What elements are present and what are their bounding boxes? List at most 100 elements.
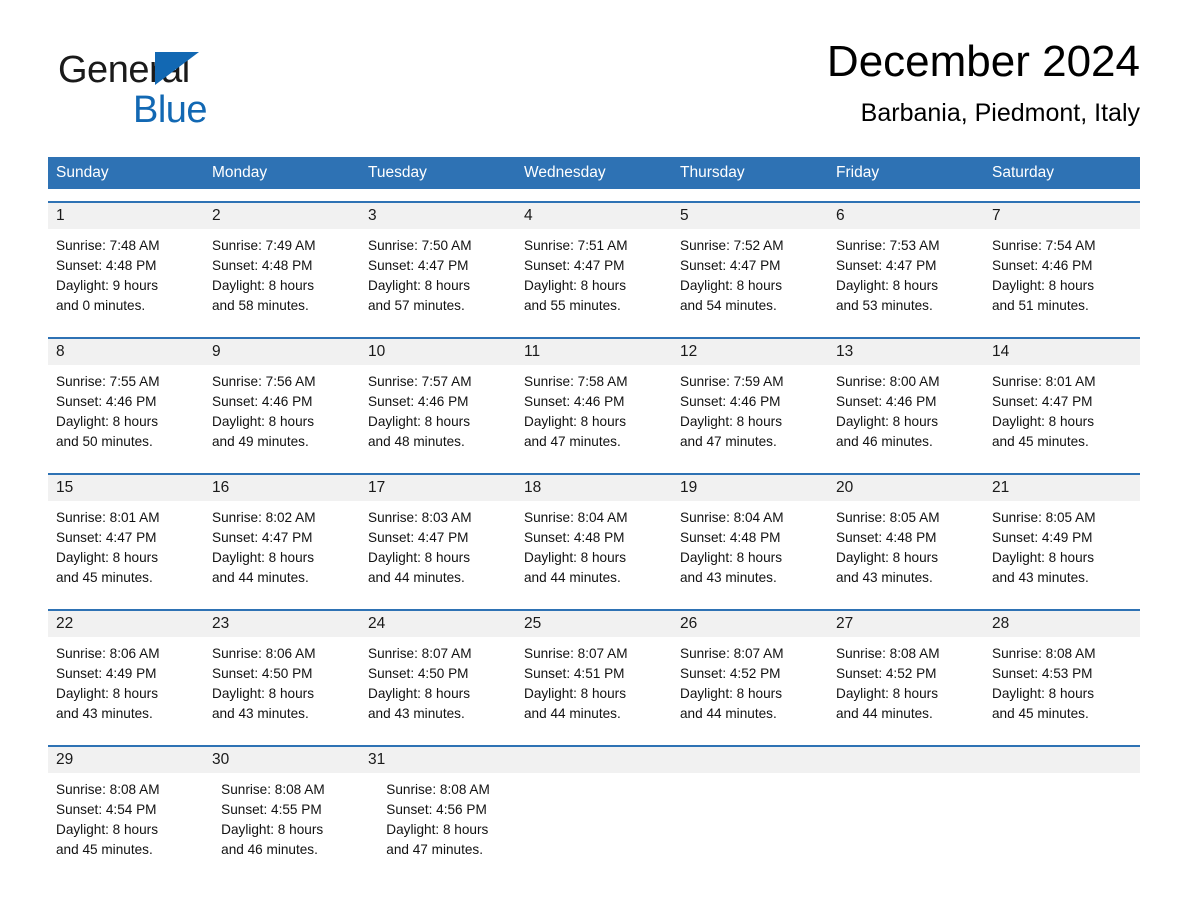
daylight-text-line2: and 43 minutes. [212,706,309,721]
daylight-text-line1: Daylight: 8 hours [992,414,1095,429]
day-number[interactable]: 5 [672,203,828,229]
day-number[interactable]: 11 [516,339,672,365]
day-number[interactable]: 15 [48,475,204,501]
day-cell: Sunrise: 7:55 AM Sunset: 4:46 PM Dayligh… [48,365,204,461]
day-cell: Sunrise: 8:07 AM Sunset: 4:52 PM Dayligh… [672,637,828,733]
day-number[interactable]: 9 [204,339,360,365]
daylight-text-line1: Daylight: 8 hours [992,686,1095,701]
day-cell: Sunrise: 8:08 AM Sunset: 4:55 PM Dayligh… [213,773,378,869]
day-number[interactable]: 26 [672,611,828,637]
day-cell: Sunrise: 8:05 AM Sunset: 4:49 PM Dayligh… [984,501,1140,597]
day-number[interactable]: 22 [48,611,204,637]
day-cell-empty [543,773,692,869]
day-number[interactable]: 19 [672,475,828,501]
page-subtitle: Barbania, Piedmont, Italy [860,99,1140,127]
daylight-text-line2: and 44 minutes. [836,706,933,721]
weekday-wednesday: Wednesday [524,164,606,181]
day-number[interactable]: 13 [828,339,984,365]
daylight-text-line2: and 49 minutes. [212,434,309,449]
day-number[interactable]: 16 [204,475,360,501]
day-number[interactable]: 1 [48,203,204,229]
sunrise-text: Sunrise: 7:59 AM [680,374,784,389]
day-cell: Sunrise: 7:53 AM Sunset: 4:47 PM Dayligh… [828,229,984,325]
sunrise-text: Sunrise: 8:07 AM [524,646,628,661]
day-number[interactable]: 24 [360,611,516,637]
day-cell: Sunrise: 7:59 AM Sunset: 4:46 PM Dayligh… [672,365,828,461]
calendar-week-row: 22 23 24 25 26 27 28 Sunrise: 8:06 AM Su… [48,609,1140,733]
sunset-text: Sunset: 4:47 PM [992,394,1093,409]
sunset-text: Sunset: 4:48 PM [56,258,157,273]
sunset-text: Sunset: 4:48 PM [680,530,781,545]
day-number[interactable]: 8 [48,339,204,365]
day-number[interactable]: 14 [984,339,1140,365]
daylight-text-line2: and 44 minutes. [524,570,621,585]
day-number[interactable]: 27 [828,611,984,637]
day-cell: Sunrise: 8:01 AM Sunset: 4:47 PM Dayligh… [984,365,1140,461]
daylight-text-line2: and 45 minutes. [56,570,153,585]
sunrise-text: Sunrise: 8:00 AM [836,374,940,389]
sunrise-text: Sunrise: 7:54 AM [992,238,1096,253]
day-number[interactable]: 21 [984,475,1140,501]
day-number[interactable]: 29 [48,747,204,773]
sunrise-text: Sunrise: 7:51 AM [524,238,628,253]
day-cell: Sunrise: 8:03 AM Sunset: 4:47 PM Dayligh… [360,501,516,597]
daylight-text-line1: Daylight: 8 hours [368,550,471,565]
day-number[interactable]: 18 [516,475,672,501]
day-number[interactable]: 28 [984,611,1140,637]
day-number[interactable]: 10 [360,339,516,365]
daylight-text-line1: Daylight: 9 hours [56,278,159,293]
sunset-text: Sunset: 4:50 PM [368,666,469,681]
daylight-text-line2: and 58 minutes. [212,298,309,313]
sunset-text: Sunset: 4:49 PM [56,666,157,681]
day-cell: Sunrise: 8:08 AM Sunset: 4:53 PM Dayligh… [984,637,1140,733]
day-cell: Sunrise: 8:05 AM Sunset: 4:48 PM Dayligh… [828,501,984,597]
day-cell-empty [693,773,842,869]
sunset-text: Sunset: 4:52 PM [680,666,781,681]
daylight-text-line1: Daylight: 8 hours [212,278,315,293]
daylight-text-line1: Daylight: 8 hours [992,550,1095,565]
sunset-text: Sunset: 4:48 PM [212,258,313,273]
day-number[interactable]: 12 [672,339,828,365]
day-cell-empty [991,773,1140,869]
calendar-week-row: 1 2 3 4 5 6 7 Sunrise: 7:48 AM Sunset: 4… [48,201,1140,325]
day-number[interactable]: 4 [516,203,672,229]
logo-triangle-icon [155,52,199,85]
weekday-tuesday: Tuesday [368,164,427,181]
week-body: Sunrise: 8:01 AM Sunset: 4:47 PM Dayligh… [48,501,1140,597]
sunset-text: Sunset: 4:48 PM [524,530,625,545]
sunrise-text: Sunrise: 7:52 AM [680,238,784,253]
day-number[interactable]: 3 [360,203,516,229]
day-number[interactable]: 30 [204,747,360,773]
weekday-monday: Monday [212,164,268,181]
page-header: General Blue December 2024 Barbania, Pie… [48,34,1140,144]
day-number[interactable]: 6 [828,203,984,229]
sunset-text: Sunset: 4:46 PM [680,394,781,409]
sunset-text: Sunset: 4:54 PM [56,802,157,817]
daylight-text-line2: and 54 minutes. [680,298,777,313]
day-cell: Sunrise: 7:58 AM Sunset: 4:46 PM Dayligh… [516,365,672,461]
day-number[interactable]: 7 [984,203,1140,229]
week-date-band: 8 9 10 11 12 13 14 [48,339,1140,365]
daylight-text-line1: Daylight: 8 hours [212,414,315,429]
day-number-empty [984,747,1140,773]
sunset-text: Sunset: 4:47 PM [212,530,313,545]
day-number[interactable]: 17 [360,475,516,501]
day-number[interactable]: 2 [204,203,360,229]
day-number[interactable]: 31 [360,747,516,773]
sunrise-text: Sunrise: 7:48 AM [56,238,160,253]
day-number[interactable]: 20 [828,475,984,501]
week-body: Sunrise: 7:55 AM Sunset: 4:46 PM Dayligh… [48,365,1140,461]
daylight-text-line1: Daylight: 8 hours [212,550,315,565]
sunrise-text: Sunrise: 8:08 AM [56,782,160,797]
daylight-text-line1: Daylight: 8 hours [524,278,627,293]
day-cell: Sunrise: 7:54 AM Sunset: 4:46 PM Dayligh… [984,229,1140,325]
daylight-text-line2: and 46 minutes. [836,434,933,449]
calendar-week-row: 29 30 31 Sunrise: 8:08 AM Sunset: 4:54 P… [48,745,1140,869]
day-number[interactable]: 23 [204,611,360,637]
daylight-text-line1: Daylight: 8 hours [386,822,489,837]
day-number[interactable]: 25 [516,611,672,637]
daylight-text-line1: Daylight: 8 hours [992,278,1095,293]
general-blue-logo[interactable]: General Blue [58,48,318,134]
day-cell: Sunrise: 7:48 AM Sunset: 4:48 PM Dayligh… [48,229,204,325]
day-cell: Sunrise: 8:06 AM Sunset: 4:50 PM Dayligh… [204,637,360,733]
